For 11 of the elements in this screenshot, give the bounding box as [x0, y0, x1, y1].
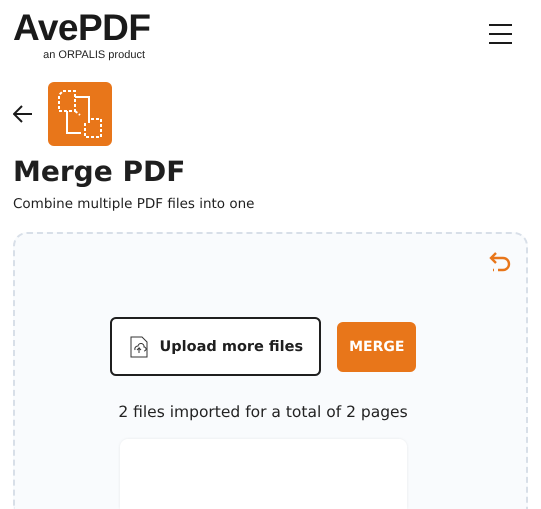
upload-more-files-button[interactable]: Upload more files [110, 317, 322, 376]
page-description: Combine multiple PDF files into one [13, 195, 256, 213]
page-title: Merge PDF [13, 155, 186, 189]
merge-tool-icon [48, 82, 112, 146]
menu-icon[interactable] [489, 24, 512, 44]
import-summary: 2 files imported for a total of 2 pages [118, 402, 408, 422]
logo[interactable]: AvePDF [13, 11, 151, 45]
logo-tagline: an ORPALIS product [43, 49, 145, 61]
dropzone[interactable]: Upload more files MERGE 2 files imported for a total of 2 pages [13, 232, 528, 509]
back-arrow-icon[interactable] [13, 105, 33, 123]
file-upload-icon [130, 336, 148, 358]
